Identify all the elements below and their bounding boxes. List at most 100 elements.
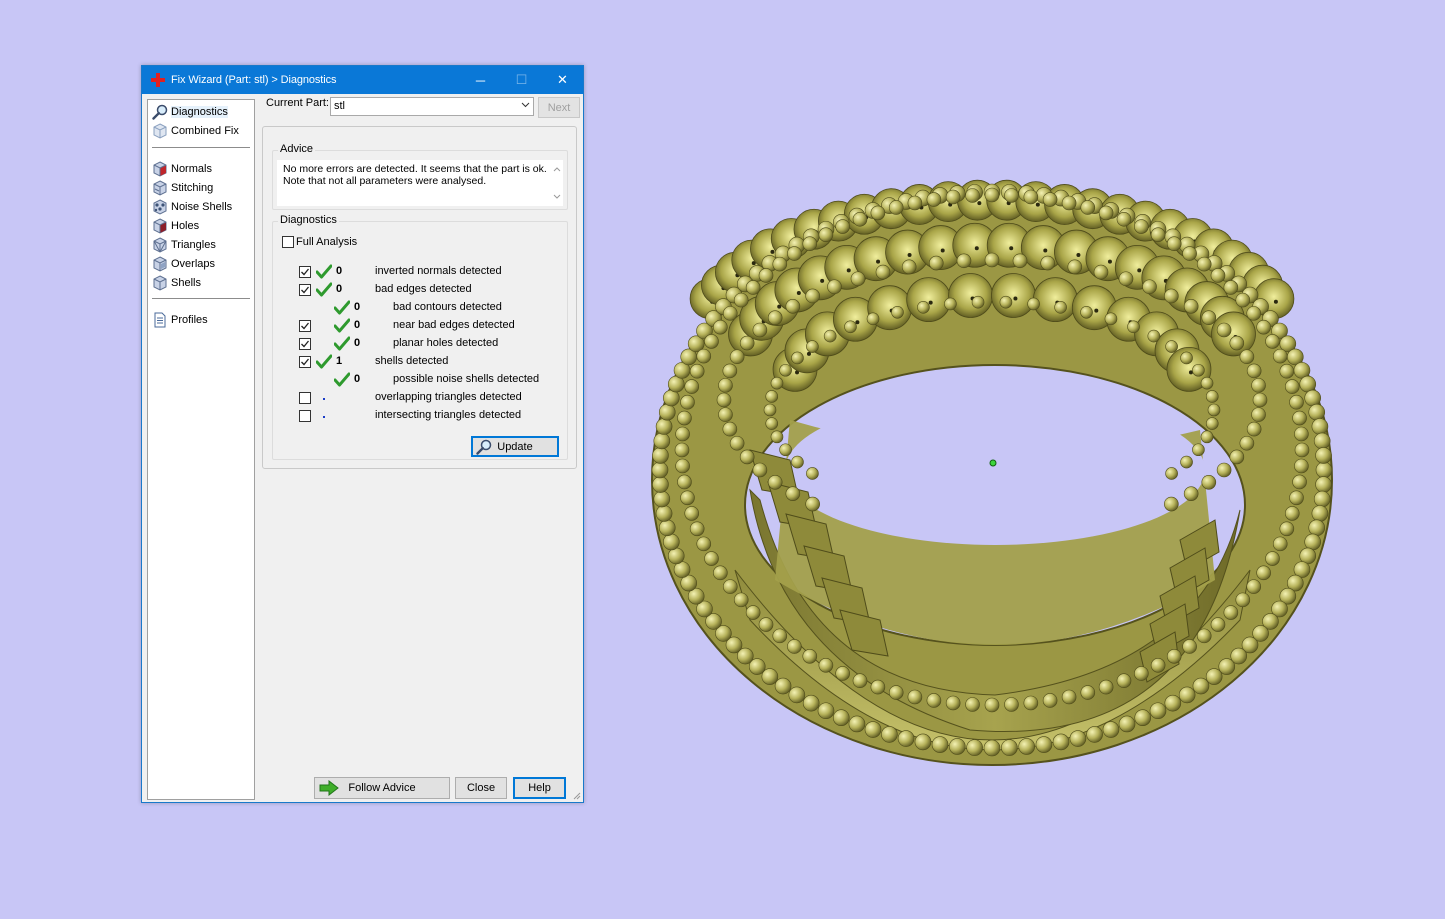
ring-bead — [733, 292, 749, 308]
diagnostic-checkbox[interactable] — [299, 338, 311, 350]
ring-bead — [999, 295, 1013, 309]
ring-bead — [1235, 292, 1251, 308]
ring-bead — [1042, 693, 1058, 708]
ring-bead — [1061, 195, 1077, 211]
ring-bead — [1166, 648, 1182, 664]
diagnostic-checkbox[interactable] — [299, 392, 311, 404]
diagnostic-label: inverted normals detected — [375, 265, 502, 277]
ring-bead — [1147, 329, 1161, 343]
ring-bead — [1299, 375, 1317, 393]
ring-bead — [680, 394, 695, 410]
ring-bead — [971, 295, 985, 309]
ring-bead — [926, 192, 942, 207]
ring-bead — [1165, 340, 1178, 353]
close-button[interactable]: Close — [455, 777, 507, 799]
ring-bead — [926, 693, 942, 708]
nav-item-noise-shells[interactable]: Noise Shells — [152, 198, 232, 216]
ring-bead — [1246, 421, 1262, 437]
ring-bead — [1205, 417, 1219, 430]
ring-bead — [1294, 458, 1309, 474]
ring-3d-model[interactable] — [640, 150, 1350, 780]
ring-bead — [1098, 679, 1114, 695]
ring-bead — [1200, 376, 1214, 390]
nav-item-triangles[interactable]: Triangles — [152, 236, 216, 254]
nav-item-overlaps[interactable]: Overlaps — [152, 255, 215, 273]
diagnostic-checkbox[interactable] — [299, 410, 311, 422]
ring-bead — [1027, 297, 1040, 311]
ring-bead — [770, 376, 784, 390]
full-analysis-option[interactable]: Full Analysis — [282, 236, 357, 248]
diagnostics-title: Diagnostics — [278, 214, 339, 226]
ring-bead — [914, 733, 932, 751]
ring-bead — [881, 726, 898, 743]
ring-bead — [1229, 335, 1245, 351]
ring-bead — [1216, 322, 1232, 338]
ring-bead — [1196, 256, 1212, 272]
ring-bead — [1315, 476, 1332, 493]
nav-item-normals[interactable]: Normals — [152, 160, 212, 178]
diagnostic-checkbox[interactable] — [299, 266, 311, 278]
ring-bead — [704, 334, 719, 349]
nav-item-combined-fix[interactable]: Combined Fix — [152, 122, 239, 140]
ring-bead — [984, 187, 1000, 203]
diagnostic-checkbox[interactable] — [299, 320, 311, 332]
scroll-arrows-icon[interactable] — [553, 166, 561, 200]
nav-label: Noise Shells — [171, 201, 233, 213]
ring-bead — [984, 252, 1000, 268]
ring-bead — [791, 351, 804, 365]
ring-bead — [931, 736, 949, 753]
close-window-button[interactable]: ✕ — [542, 66, 583, 94]
app-cross-icon — [151, 73, 165, 87]
ring-bead — [852, 211, 868, 227]
ring-bead — [818, 227, 834, 242]
nav-item-stitching[interactable]: Stitching — [152, 179, 213, 197]
resize-grip-icon[interactable] — [571, 790, 581, 800]
minimize-button[interactable]: ─ — [460, 66, 501, 94]
ring-bead — [1235, 592, 1251, 608]
help-button[interactable]: Help — [513, 777, 566, 799]
diagnostic-label: shells detected — [375, 355, 449, 367]
diagnostic-row: 0 planar holes detected — [273, 335, 563, 353]
ring-bead — [1183, 299, 1199, 314]
ring-bead — [716, 392, 732, 408]
ring-bead — [1201, 474, 1217, 490]
follow-advice-button[interactable]: Follow Advice — [314, 777, 450, 799]
nav-item-diagnostics[interactable]: Diagnostics — [152, 103, 228, 121]
ring-bead — [758, 268, 774, 283]
ring-bead — [704, 551, 719, 566]
ring-bead — [651, 461, 669, 479]
full-analysis-checkbox[interactable] — [282, 236, 294, 248]
ring-bead — [1205, 390, 1219, 403]
nav-item-holes[interactable]: Holes — [152, 217, 199, 235]
green-check-icon — [334, 318, 350, 333]
nav-item-profiles[interactable]: Profiles — [152, 311, 208, 329]
ring-bead — [785, 486, 801, 501]
ring-bead — [1018, 738, 1036, 755]
diagnostic-label: possible noise shells detected — [393, 373, 540, 385]
ring-bead — [1098, 205, 1114, 221]
ring-bead — [1292, 474, 1307, 490]
diagnostic-checkbox[interactable] — [299, 284, 311, 296]
ring-bead — [779, 363, 792, 377]
ring-bead — [1289, 490, 1304, 506]
advice-text-box[interactable]: No more errors are detected. It seems th… — [277, 160, 563, 206]
diagnostic-row: 0 bad contours detected — [273, 299, 563, 317]
ring-bead — [1279, 521, 1295, 537]
update-button[interactable]: Update — [471, 436, 559, 457]
gem-setting-tip — [796, 290, 801, 295]
gem-setting-tip — [855, 320, 860, 325]
ring-bead — [684, 506, 700, 521]
ring-bead — [1304, 533, 1321, 551]
title-bar[interactable]: Fix Wizard (Part: stl) > Diagnostics ─ ☐… — [142, 66, 583, 94]
ring-bead — [663, 533, 680, 551]
nav-item-shells[interactable]: Shells — [152, 274, 201, 292]
current-part-select[interactable]: stl — [330, 97, 534, 116]
next-button[interactable]: Next — [538, 97, 580, 118]
ring-bead — [1116, 211, 1132, 227]
ring-bead — [696, 348, 712, 364]
ring-bead — [1178, 686, 1196, 704]
diagnostic-checkbox[interactable] — [299, 356, 311, 368]
maximize-button[interactable]: ☐ — [501, 66, 542, 94]
checkmark-icon — [301, 340, 310, 348]
green-check-icon — [316, 264, 332, 279]
